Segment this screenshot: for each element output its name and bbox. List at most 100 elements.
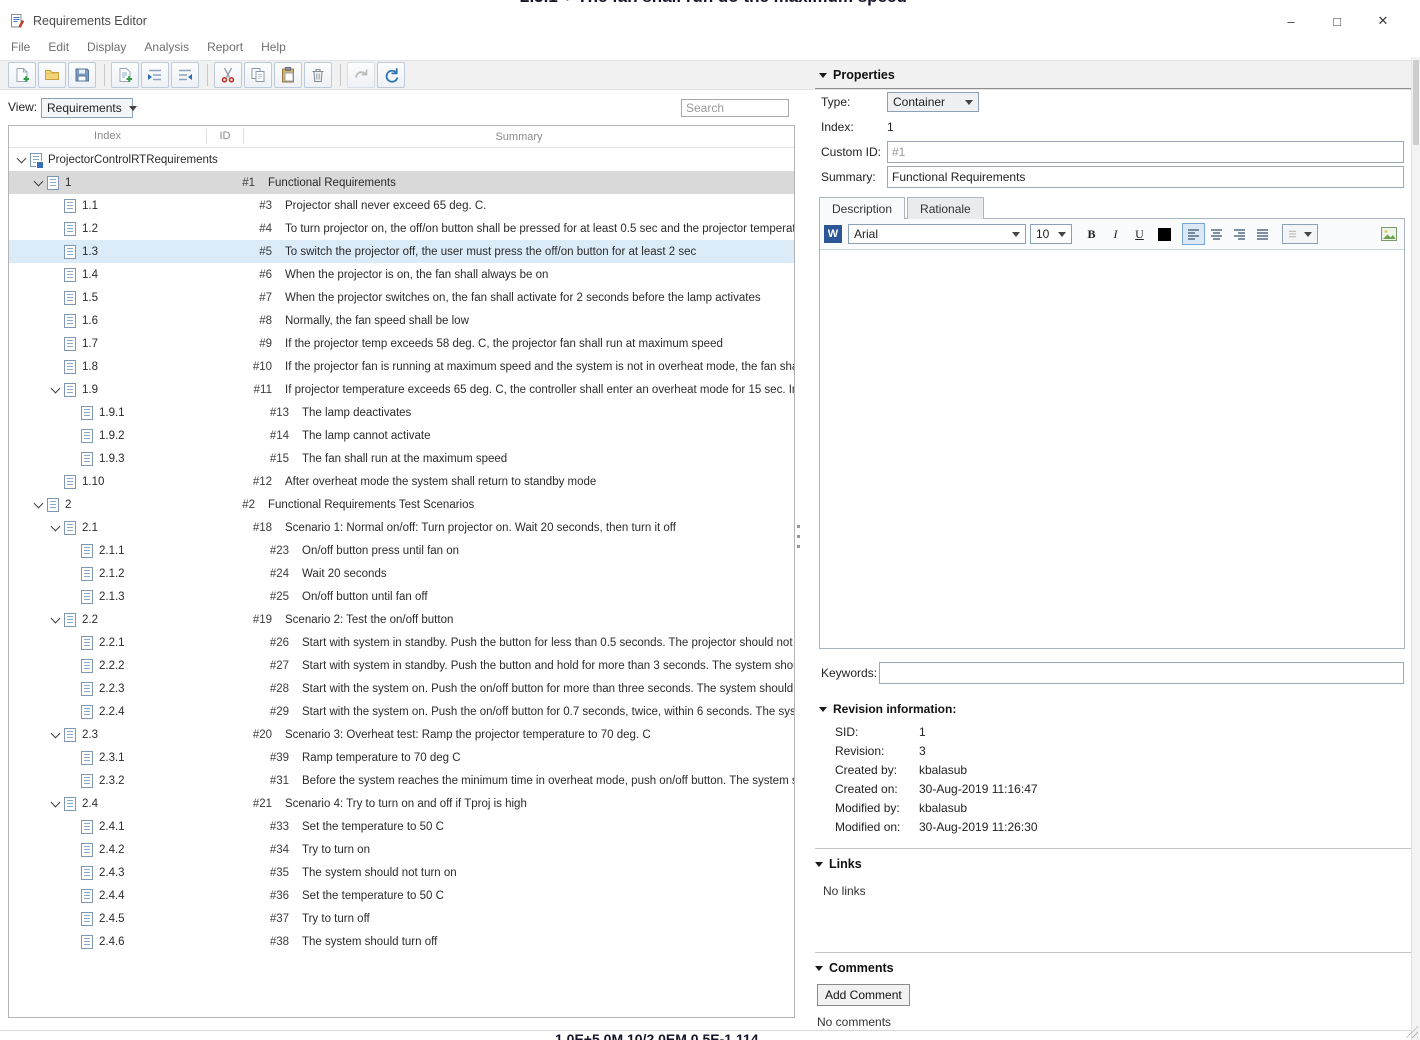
tree-row-2.1.1[interactable]: 2.1.1 #23 On/off button press until fan on (9, 539, 794, 562)
tree-row-1.6[interactable]: 1.6 #8 Normally, the fan speed shall be lo… (9, 309, 794, 332)
tree-row-1[interactable]: 1 #1 Functional Requirements (9, 171, 794, 194)
expand-chevron-icon[interactable] (32, 176, 46, 190)
delete-button[interactable] (304, 62, 332, 88)
new-requirement-set-button[interactable] (8, 62, 36, 88)
tree-summary-text: Functional Requirements (268, 176, 396, 189)
tree-row-1.1[interactable]: 1.1 #3 Projector shall never exceed 65 deg… (9, 194, 794, 217)
expand-chevron-icon[interactable] (15, 153, 29, 167)
summary-input[interactable] (887, 166, 1404, 188)
demote-requirement-button[interactable] (141, 62, 169, 88)
italic-button[interactable]: I (1104, 223, 1127, 245)
scrollbar-thumb[interactable] (1413, 60, 1419, 145)
menu-analysis[interactable]: Analysis (135, 40, 198, 54)
description-editor[interactable] (820, 250, 1404, 648)
tree-row-2.1.2[interactable]: 2.1.2 #24 Wait 20 seconds (9, 562, 794, 585)
tree-summary-text: To switch the projector off, the user mu… (285, 245, 697, 258)
expand-chevron-icon[interactable] (49, 613, 63, 627)
tree-row-2.2[interactable]: 2.2 #19 Scenario 2: Test the on/off button (9, 608, 794, 631)
tree-row-2.3.1[interactable]: 2.3.1 #39 Ramp temperature to 70 deg C (9, 746, 794, 769)
links-section-header[interactable]: Links (815, 857, 1412, 871)
menu-display[interactable]: Display (78, 40, 135, 54)
list-style-select[interactable] (1282, 224, 1318, 244)
menu-report[interactable]: Report (198, 40, 252, 54)
tree-row-2.3.2[interactable]: 2.3.2 #31 Before the system reaches the mi… (9, 769, 794, 792)
tree-row-2[interactable]: 2 #2 Functional Requirements Test Scenario… (9, 493, 794, 516)
tree-row-2.4[interactable]: 2.4 #21 Scenario 4: Try to turn on and off… (9, 792, 794, 815)
font-size-select[interactable]: 10 (1030, 224, 1072, 244)
tree-row-1.9.2[interactable]: 1.9.2 #14 The lamp cannot activate (9, 424, 794, 447)
revision-section-header[interactable]: Revision information: (815, 702, 1412, 716)
tree-row-1.4[interactable]: 1.4 #6 When the projector is on, the fan s… (9, 263, 794, 286)
tree-row-1.3[interactable]: 1.3 #5 To switch the projector off, the us… (9, 240, 794, 263)
tree-row-2.4.5[interactable]: 2.4.5 #37 Try to turn off (9, 907, 794, 930)
copy-button[interactable] (244, 62, 272, 88)
tree-row-1.8[interactable]: 1.8 #10 If the projector fan is running at… (9, 355, 794, 378)
add-comment-button[interactable]: Add Comment (817, 984, 910, 1006)
tree-row-2.4.1[interactable]: 2.4.1 #33 Set the temperature to 50 C (9, 815, 794, 838)
expand-chevron-icon[interactable] (49, 521, 63, 535)
add-requirement-button[interactable] (111, 62, 139, 88)
tree-row-2.1.3[interactable]: 2.1.3 #25 On/off button until fan off (9, 585, 794, 608)
tree-row-2.2.4[interactable]: 2.2.4 #29 Start with the system on. Push t… (9, 700, 794, 723)
view-select[interactable]: Requirements (41, 98, 137, 118)
panel-splitter[interactable] (797, 525, 800, 555)
custom-id-input[interactable] (887, 141, 1404, 163)
tree-header-index[interactable]: Index (9, 129, 207, 144)
expand-chevron-icon[interactable] (49, 728, 63, 742)
close-button[interactable]: ✕ (1360, 13, 1406, 29)
expand-chevron-icon[interactable] (32, 498, 46, 512)
save-button[interactable] (68, 62, 96, 88)
tree-row-2.2.1[interactable]: 2.2.1 #26 Start with system in standby. Pu… (9, 631, 794, 654)
expand-chevron-icon[interactable] (49, 383, 63, 397)
minimize-button[interactable]: – (1268, 14, 1314, 29)
search-input[interactable] (681, 99, 789, 117)
menu-help[interactable]: Help (252, 40, 295, 54)
keywords-input[interactable] (879, 662, 1404, 684)
tree-header-id[interactable]: ID (207, 129, 244, 144)
tree-row-1.9.3[interactable]: 1.9.3 #15 The fan shall run at the maximum… (9, 447, 794, 470)
comments-section-header[interactable]: Comments (815, 961, 1412, 975)
align-justify-button[interactable] (1251, 223, 1274, 245)
menu-edit[interactable]: Edit (39, 40, 78, 54)
cut-button[interactable] (214, 62, 242, 88)
tree-row-1.10[interactable]: 1.10 #12 After overheat mode the system sh… (9, 470, 794, 493)
underline-button[interactable]: U (1128, 223, 1151, 245)
properties-section-header[interactable]: Properties (815, 62, 1412, 89)
tree-row-1.5[interactable]: 1.5 #7 When the projector switches on, the… (9, 286, 794, 309)
tree-row-root[interactable]: ProjectorControlRTRequirements (9, 148, 794, 171)
redo-button[interactable] (377, 62, 405, 88)
align-left-button[interactable] (1182, 223, 1205, 245)
tree-row-2.4.6[interactable]: 2.4.6 #38 The system should turn off (9, 930, 794, 953)
font-color-button[interactable] (1154, 224, 1174, 244)
vertical-scrollbar[interactable] (1411, 57, 1420, 1040)
tab-rationale[interactable]: Rationale (907, 197, 984, 219)
bold-button[interactable]: B (1080, 223, 1103, 245)
background-window-artifact-top: 2.5.1 + The fan shall run do the maximum… (520, 0, 1080, 8)
tree-row-2.1[interactable]: 2.1 #18 Scenario 1: Normal on/off: Turn pr… (9, 516, 794, 539)
tree-row-2.3[interactable]: 2.3 #20 Scenario 3: Overheat test: Ramp th… (9, 723, 794, 746)
font-family-select[interactable]: Arial (848, 224, 1026, 244)
promote-requirement-button[interactable] (171, 62, 199, 88)
align-right-button[interactable] (1228, 223, 1251, 245)
expand-chevron-icon[interactable] (49, 797, 63, 811)
tree-row-2.4.2[interactable]: 2.4.2 #34 Try to turn on (9, 838, 794, 861)
undo-button[interactable] (347, 62, 375, 88)
tree-header-summary[interactable]: Summary (244, 131, 794, 143)
maximize-button[interactable]: □ (1314, 14, 1360, 29)
paste-button[interactable] (274, 62, 302, 88)
type-select[interactable]: Container (887, 92, 979, 112)
insert-image-button[interactable] (1378, 224, 1400, 244)
tab-description[interactable]: Description (819, 197, 906, 219)
align-center-button[interactable] (1205, 223, 1228, 245)
open-button[interactable] (38, 62, 66, 88)
tree-row-2.2.3[interactable]: 2.2.3 #28 Start with the system on. Push t… (9, 677, 794, 700)
menu-file[interactable]: File (2, 40, 39, 54)
tree-row-1.7[interactable]: 1.7 #9 If the projector temp exceeds 58 de… (9, 332, 794, 355)
tree-row-2.2.2[interactable]: 2.2.2 #27 Start with system in standby. Pu… (9, 654, 794, 677)
tree-row-2.4.4[interactable]: 2.4.4 #36 Set the temperature to 50 C (9, 884, 794, 907)
tree-row-1.2[interactable]: 1.2 #4 To turn projector on, the off/on bu… (9, 217, 794, 240)
tree-row-1.9[interactable]: 1.9 #11 If projector temperature exceeds 6… (9, 378, 794, 401)
tree-row-2.4.3[interactable]: 2.4.3 #35 The system should not turn on (9, 861, 794, 884)
word-import-icon[interactable]: W (824, 225, 842, 243)
tree-row-1.9.1[interactable]: 1.9.1 #13 The lamp deactivates (9, 401, 794, 424)
